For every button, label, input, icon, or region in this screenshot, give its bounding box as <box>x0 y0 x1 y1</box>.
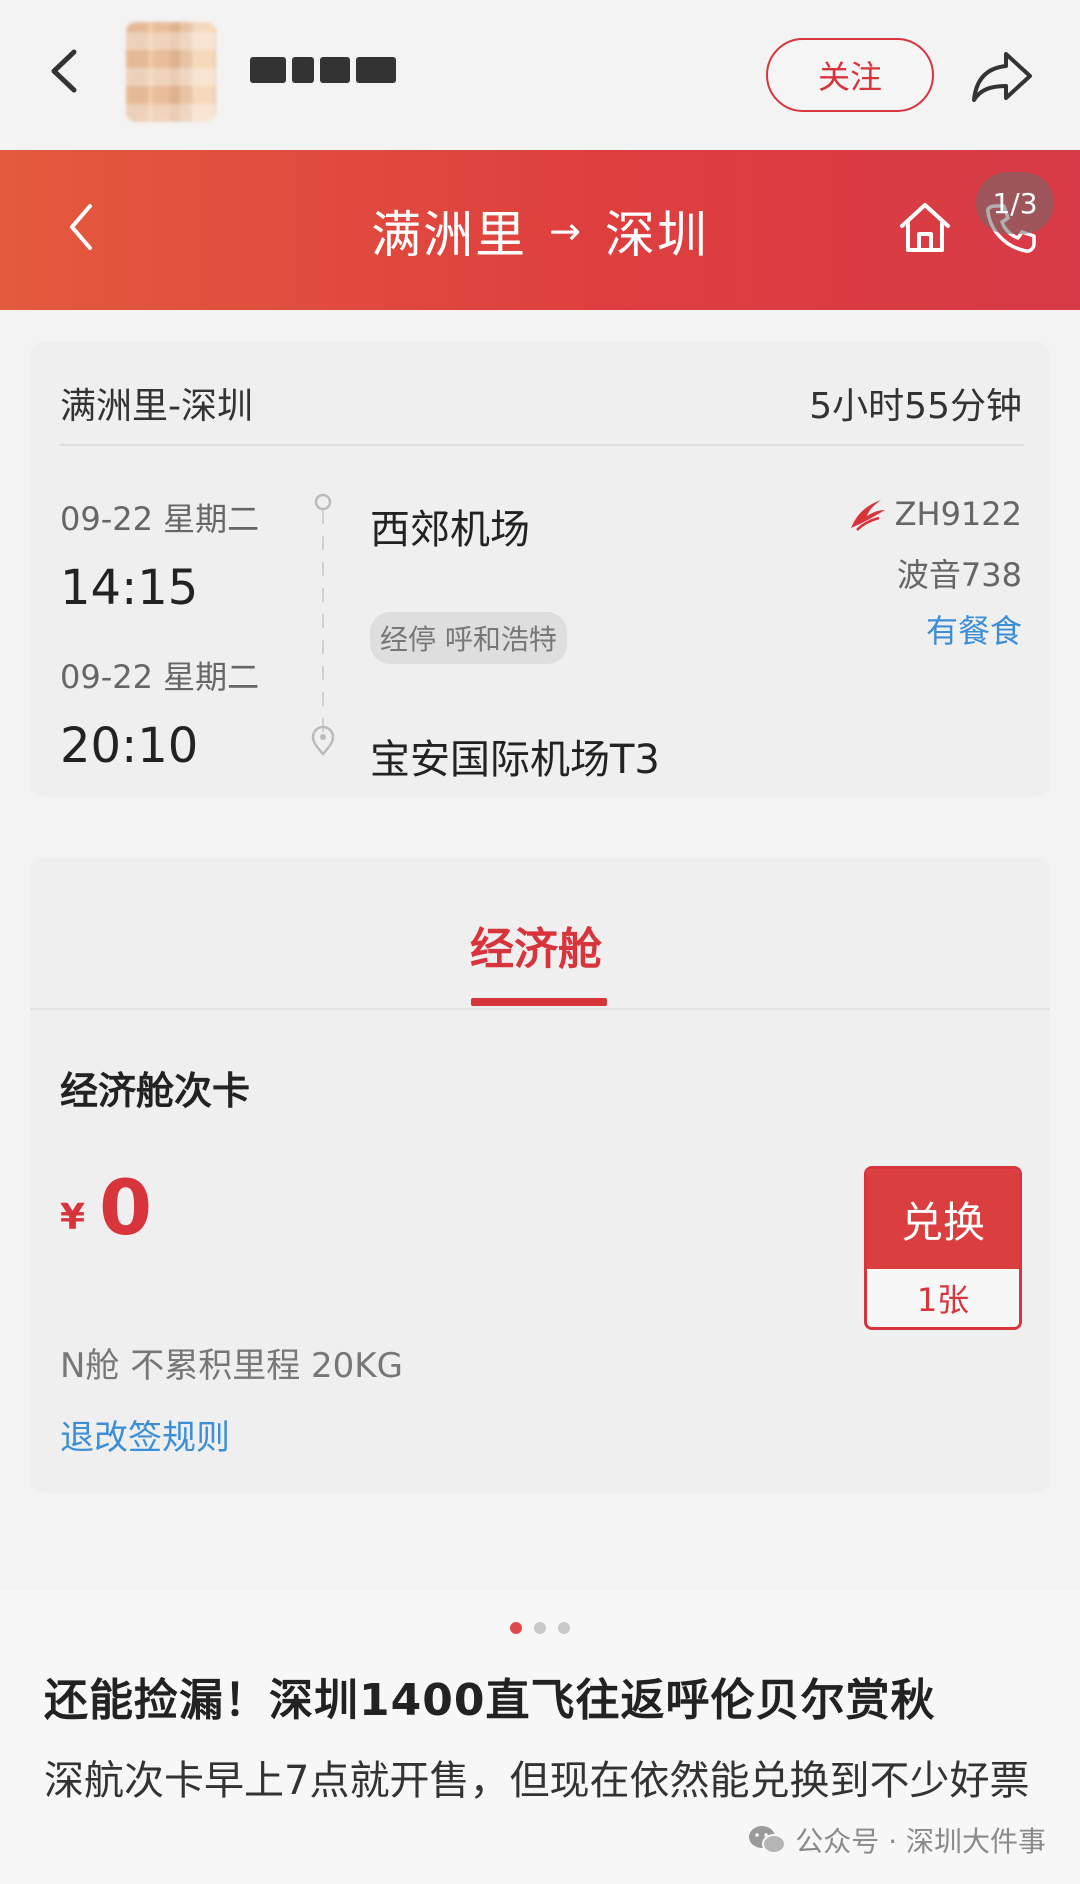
carousel-dot[interactable] <box>534 1622 546 1634</box>
meal-info-link[interactable]: 有餐食 <box>926 606 1022 652</box>
route-timeline <box>311 493 335 756</box>
destination-city: 深圳 <box>604 206 709 264</box>
wechat-icon <box>749 1826 787 1854</box>
currency-symbol: ¥ <box>60 1197 86 1238</box>
stopover-badge: 经停 呼和浩特 <box>370 612 567 664</box>
arrival-airport: 宝安国际机场T3 <box>370 737 660 783</box>
back-icon[interactable] <box>44 48 84 94</box>
image-counter-badge: 1/3 <box>976 172 1054 234</box>
username-redacted <box>250 52 400 88</box>
divider <box>60 444 1024 446</box>
article-body: 深航次卡早上7点就开售，但现在依然能兑换到不少好票 <box>44 1758 1030 1804</box>
route-header: 满洲里 → 深圳 1/3 <box>0 150 1080 310</box>
exchange-label: 兑换 <box>867 1169 1019 1269</box>
departure-time: 14:15 <box>60 560 199 616</box>
active-tab-indicator <box>471 998 607 1006</box>
departure-dot-icon <box>314 493 332 511</box>
share-icon[interactable] <box>970 48 1034 104</box>
cabin-tab-bar: 经济舱 <box>30 858 1050 1010</box>
follow-button[interactable]: 关注 <box>766 38 934 112</box>
watermark: 公众号 · 深圳大件事 <box>747 1820 1046 1860</box>
airline-logo-icon <box>850 500 885 531</box>
exchange-button[interactable]: 兑换 1张 <box>864 1166 1022 1330</box>
home-icon[interactable] <box>896 198 954 256</box>
refund-change-rules-link[interactable]: 退改签规则 <box>60 1410 230 1459</box>
arrival-date: 09-22 星期二 <box>60 658 260 696</box>
cabin-fare-card: 经济舱 经济舱次卡 ¥ 0 兑换 1张 N舱 不累积里程 20KG 退改签规则 <box>30 858 1050 1493</box>
flight-number-label: ZH9122 <box>894 495 1022 533</box>
route-arrow: → <box>549 209 583 253</box>
fare-info: N舱 不累积里程 20KG <box>60 1346 403 1386</box>
flight-info-card: 满洲里-深圳 5小时55分钟 09-22 星期二 14:15 09-22 星期二… <box>30 342 1050 797</box>
article-title: 还能捡漏！深圳1400直飞往返呼伦贝尔赏秋 <box>44 1675 936 1726</box>
carousel-dot[interactable] <box>510 1622 522 1634</box>
arrival-time: 20:10 <box>60 718 199 774</box>
origin-city: 满洲里 <box>371 206 528 264</box>
flight-number: ZH9122 <box>847 494 1022 534</box>
article-section: 还能捡漏！深圳1400直飞往返呼伦贝尔赏秋 深航次卡早上7点就开售，但现在依然能… <box>0 1590 1080 1884</box>
price: ¥ 0 <box>60 1170 152 1246</box>
departure-date: 09-22 星期二 <box>60 500 260 538</box>
watermark-text: 公众号 · 深圳大件事 <box>795 1825 1046 1858</box>
product-name: 经济舱次卡 <box>60 1069 251 1113</box>
avatar[interactable] <box>126 22 216 122</box>
carousel-indicator <box>0 1622 1080 1634</box>
exchange-count: 1张 <box>867 1269 1019 1327</box>
tab-economy[interactable]: 经济舱 <box>470 913 602 977</box>
price-amount: 0 <box>99 1163 152 1252</box>
departure-airport: 西郊机场 <box>370 507 530 553</box>
carousel-dot[interactable] <box>558 1622 570 1634</box>
aircraft-type: 波音738 <box>896 556 1022 594</box>
route-label: 满洲里-深圳 <box>60 386 253 427</box>
social-top-bar: 关注 <box>0 0 1080 150</box>
flight-duration: 5小时55分钟 <box>809 386 1022 427</box>
